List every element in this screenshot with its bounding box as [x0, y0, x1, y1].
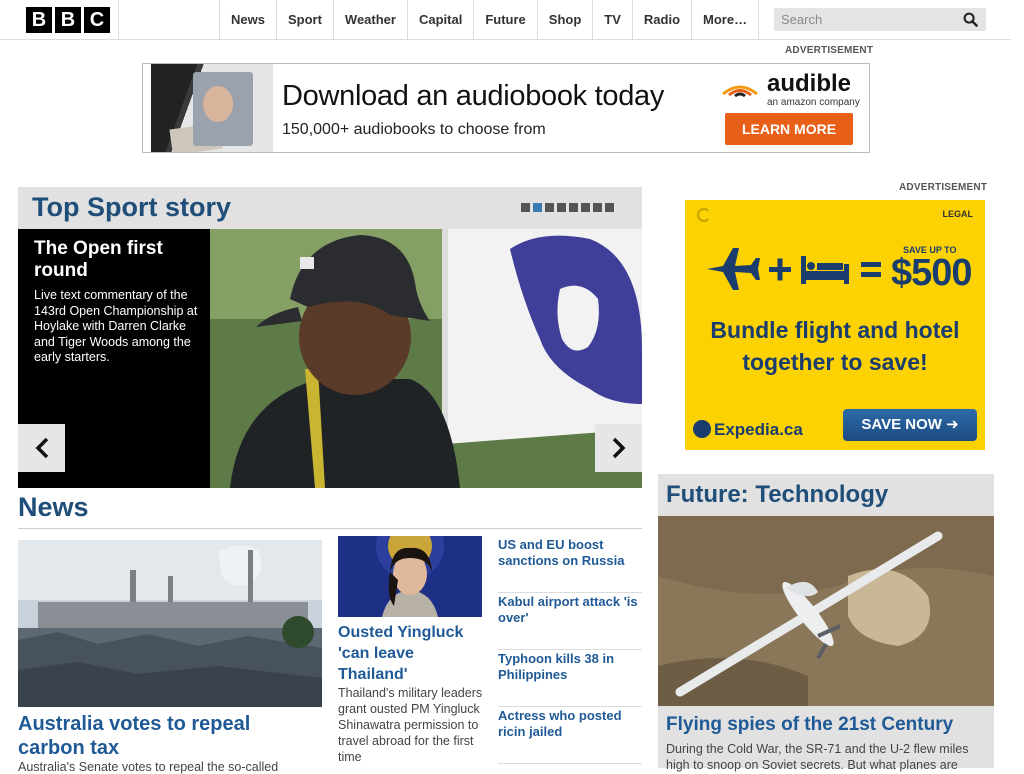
nav-item-sport[interactable]: Sport	[275, 0, 333, 40]
carousel-next-button[interactable]	[595, 424, 642, 472]
nav-item-tv[interactable]: TV	[592, 0, 632, 40]
industrial-town-photo[interactable]	[18, 540, 322, 707]
headline-link[interactable]: US and EU boost sanctions on Russia	[498, 536, 642, 593]
chevron-right-icon	[612, 437, 625, 459]
divider	[118, 0, 119, 40]
future-technology-panel: Future: Technology Flying spies of the 2…	[658, 474, 994, 772]
carousel-dot[interactable]	[581, 203, 590, 212]
headline-link[interactable]: Actress who posted ricin jailed	[498, 707, 642, 764]
chevron-left-icon	[35, 437, 48, 459]
carousel-prev-button[interactable]	[18, 424, 65, 472]
carousel-pagination	[521, 203, 614, 212]
ad-tagline-line: together to save!	[742, 349, 928, 375]
legal-link[interactable]: LEGAL	[943, 209, 974, 219]
ad-tagline: Bundle flight and hotel together to save…	[685, 314, 985, 378]
carousel-dot-active[interactable]	[533, 203, 542, 212]
future-story-summary: During the Cold War, the SR-71 and the U…	[666, 742, 969, 772]
nav-item-weather[interactable]: Weather	[332, 0, 407, 40]
carousel-dot[interactable]	[593, 203, 602, 212]
carousel-dot[interactable]	[545, 203, 554, 212]
headline-list: US and EU boost sanctions on Russia Kabu…	[498, 536, 642, 764]
ad-headline: Download an audiobook today	[282, 80, 665, 112]
nav-item-shop[interactable]: Shop	[536, 0, 593, 40]
plane-plus-bed-icon	[707, 248, 881, 290]
carousel-dot[interactable]	[521, 203, 530, 212]
main-nav: News Sport Weather Capital Future Shop T…	[219, 0, 760, 40]
expedia-logo-text: Expedia.ca	[714, 420, 803, 439]
logo-letter: B	[55, 7, 81, 33]
slide-title[interactable]: The Open first round	[34, 238, 204, 282]
top-sport-header: Top Sport story	[18, 187, 642, 229]
yingluck-photo[interactable]	[338, 536, 482, 617]
second-story-summary: Thailand's military leaders grant ousted…	[338, 686, 483, 764]
logo-letter: B	[26, 7, 52, 33]
advertisement-label: ADVERTISEMENT	[899, 182, 988, 193]
drone-photo[interactable]	[658, 516, 994, 706]
headline-link[interactable]: Kabul airport attack 'is over'	[498, 593, 642, 650]
nav-item-radio[interactable]: Radio	[631, 0, 691, 40]
carousel-dot[interactable]	[605, 203, 614, 212]
lead-story-title[interactable]: Australia votes to repeal carbon tax	[18, 712, 318, 760]
nav-item-capital[interactable]: Capital	[406, 0, 473, 40]
section-heading[interactable]: News	[18, 492, 642, 523]
save-now-button[interactable]: SAVE NOW ➜	[843, 409, 977, 441]
news-section-header: News	[18, 492, 642, 529]
audible-banner-ad[interactable]: Download an audiobook today 150,000+ aud…	[142, 63, 870, 153]
lead-story-summary: Australia's Senate votes to repeal the s…	[18, 760, 279, 774]
nav-item-future[interactable]: Future	[473, 0, 536, 40]
second-story-title[interactable]: Ousted Yingluck 'can leave Thailand'	[338, 622, 482, 685]
portrait-image	[203, 86, 233, 122]
slide-summary: Live text commentary of the 143rd Open C…	[34, 288, 198, 364]
carousel-dot[interactable]	[557, 203, 566, 212]
nav-item-news[interactable]: News	[219, 0, 276, 40]
carousel-dot[interactable]	[569, 203, 578, 212]
expedia-ad[interactable]: LEGAL SAVE UP TO $500 Bundle flight and …	[685, 200, 985, 450]
refresh-icon[interactable]	[697, 208, 711, 222]
advertisement-label: ADVERTISEMENT	[785, 45, 874, 56]
search-input[interactable]	[774, 8, 960, 31]
learn-more-button[interactable]: LEARN MORE	[725, 113, 853, 145]
save-amount: $500	[891, 252, 973, 294]
top-navigation-bar: B B C News Sport Weather Capital Future …	[0, 0, 1011, 40]
headline-link[interactable]: Typhoon kills 38 in Philippines	[498, 650, 642, 707]
future-story-title[interactable]: Flying spies of the 21st Century	[666, 714, 953, 736]
carousel-slide[interactable]: The Open first round Live text commentar…	[18, 229, 642, 488]
ad-tagline-line: Bundle flight and hotel	[710, 317, 960, 343]
globe-icon	[693, 420, 711, 438]
audible-waves-icon	[722, 85, 758, 98]
golfer-photo	[210, 229, 642, 488]
ad-subline: 150,000+ audiobooks to choose from	[282, 121, 546, 138]
search-icon[interactable]	[963, 12, 978, 27]
section-heading[interactable]: Future: Technology	[666, 481, 888, 509]
audible-logo: audible	[767, 70, 852, 97]
section-heading: Top Sport story	[32, 192, 231, 222]
logo-letter: C	[84, 7, 110, 33]
audible-logo-sub: an amazon company	[767, 97, 860, 108]
top-sport-story: Top Sport story The Open first round Liv…	[18, 187, 642, 488]
bbc-logo[interactable]: B B C	[26, 7, 110, 33]
nav-item-more[interactable]: More…	[691, 0, 760, 40]
phone-illustration	[151, 64, 273, 152]
expedia-logo: Expedia.ca	[693, 420, 803, 440]
search-box	[774, 8, 986, 31]
